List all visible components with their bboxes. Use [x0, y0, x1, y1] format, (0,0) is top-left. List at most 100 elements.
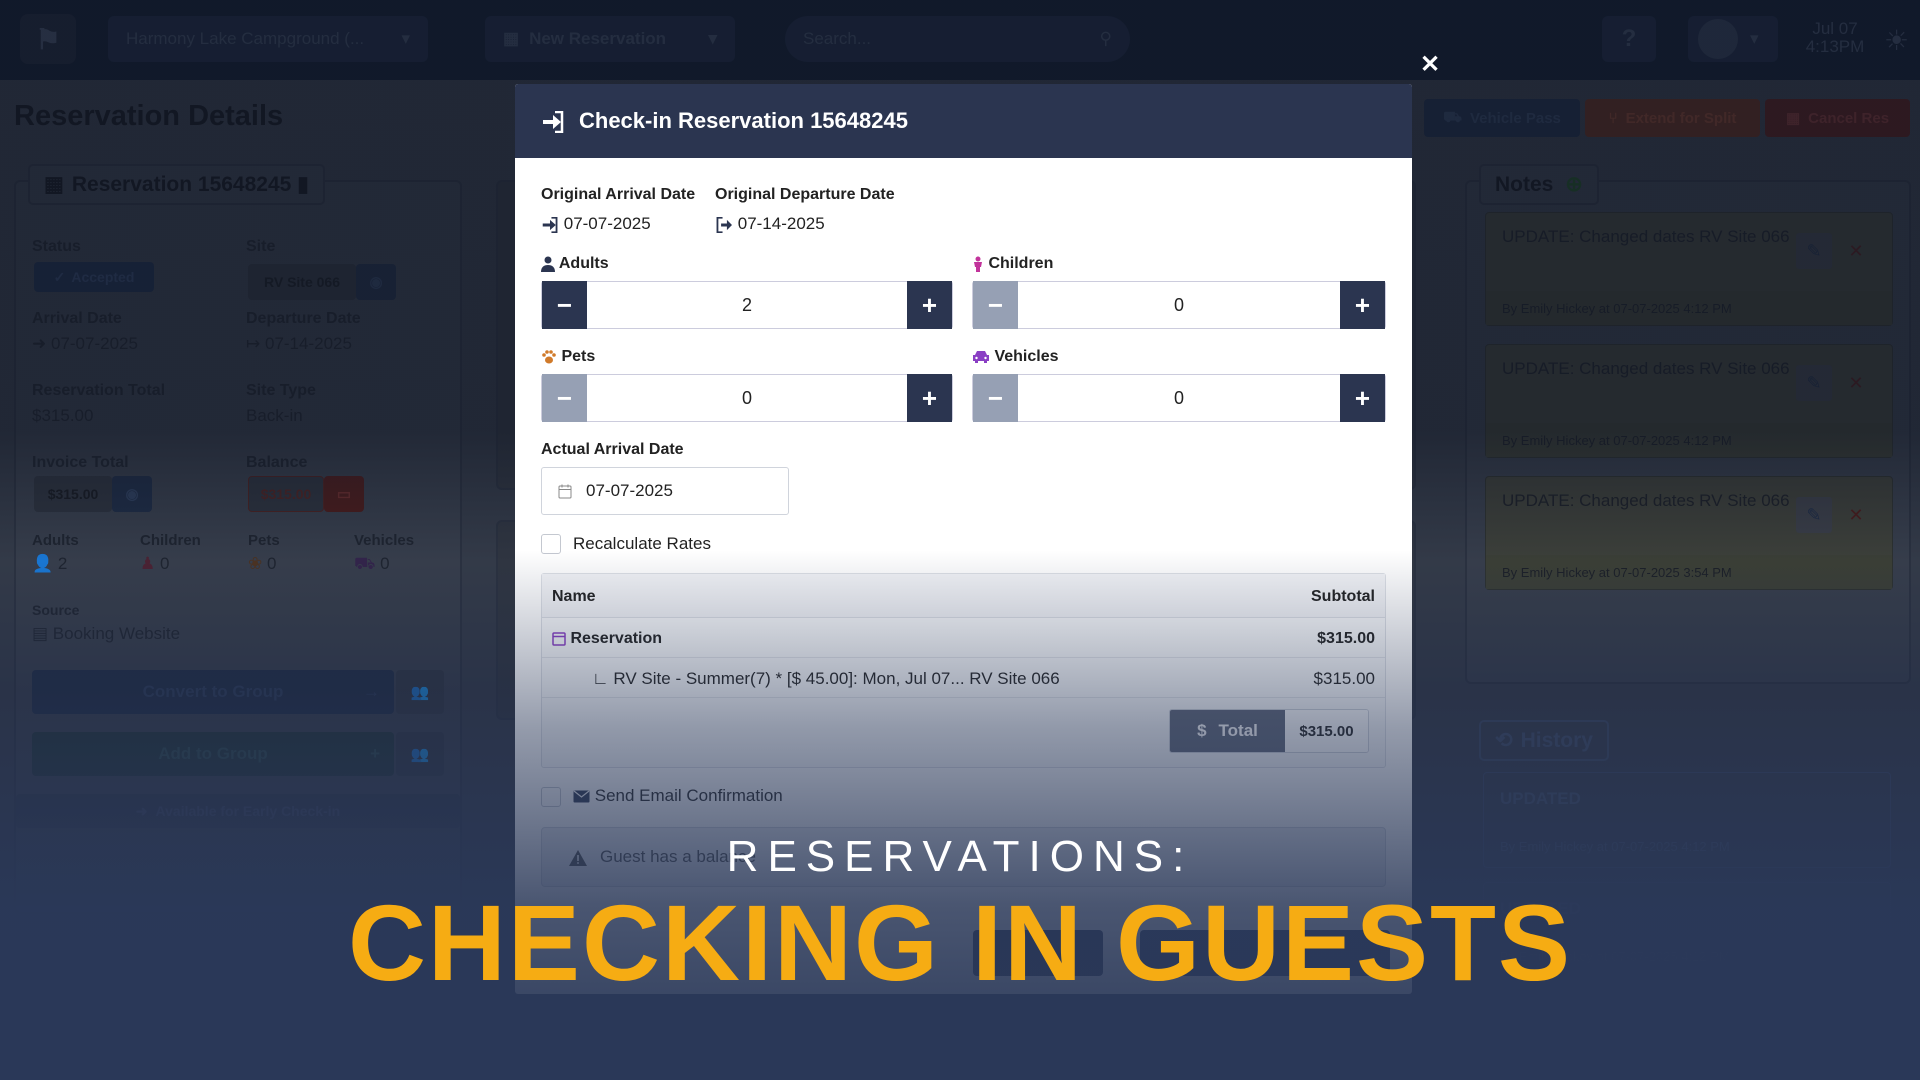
add-group-button[interactable]: Add to Group + [32, 732, 394, 776]
theme-toggle-icon[interactable]: ☀ [1884, 24, 1909, 57]
extend-split-button[interactable]: ⑂ Extend for Split [1585, 99, 1760, 137]
child-icon [972, 255, 988, 272]
car-icon [972, 348, 994, 365]
edit-note-icon[interactable]: ✎ [1796, 365, 1832, 401]
notes-card: Notes ⊕ UPDATE: Changed dates RV Site 06… [1465, 164, 1911, 684]
user-icon [541, 255, 559, 272]
note-item: UPDATE: Changed dates RV Site 066 ✎ ✕ By… [1485, 344, 1893, 458]
group-members-button-2[interactable]: 👥 [396, 732, 444, 776]
pets-increment-button[interactable]: + [907, 374, 952, 422]
clock-date: Jul 07 [1812, 19, 1858, 38]
res-total-label: Reservation Total [32, 382, 166, 399]
modal-title: Check-in Reservation 15648245 [579, 108, 908, 133]
car-icon: ⛟ [1443, 108, 1462, 126]
history-text: UPDATED [1500, 789, 1581, 808]
app-logo[interactable]: ⚑ [20, 14, 76, 64]
sign-in-icon: ➜ [135, 802, 148, 819]
children-label: Children [972, 255, 1053, 273]
calendar-icon [558, 481, 572, 501]
pay-balance-button[interactable]: ▭ [324, 476, 364, 512]
vehicle-pass-button[interactable]: ⛟ Vehicle Pass [1424, 99, 1580, 137]
split-icon: ⑂ [1608, 109, 1618, 127]
pets-input[interactable]: 0 [587, 388, 907, 409]
delete-note-icon[interactable]: ✕ [1838, 365, 1874, 401]
adults-input[interactable]: 2 [587, 295, 907, 316]
invoice-label: Invoice Total [32, 454, 129, 471]
note-item: UPDATE: Changed dates RV Site 066 ✎ ✕ By… [1485, 476, 1893, 590]
edit-note-icon[interactable]: ✎ [1796, 233, 1832, 269]
add-note-icon[interactable]: ⊕ [1565, 173, 1583, 196]
pets-value: ❀ 0 [248, 554, 276, 574]
close-modal-icon[interactable]: ✕ [1420, 50, 1440, 79]
send-email-label: Send Email Confirmation [573, 786, 783, 806]
cancel-res-button[interactable]: ▦ Cancel Res [1765, 99, 1910, 137]
campground-select-label: Harmony Lake Campground (... [126, 29, 365, 48]
adults-decrement-button[interactable]: − [542, 281, 587, 329]
total-label-text: Total [1218, 721, 1258, 740]
arrival-date-text: 07-07-2025 [50, 334, 138, 353]
group-name-text: Reservation [570, 630, 663, 647]
group-members-button[interactable]: 👥 [396, 670, 444, 714]
source-value: ▤ Booking Website [32, 624, 180, 644]
balance-label: Balance [246, 454, 308, 471]
sign-out-icon: ↦ [246, 334, 261, 353]
pets-decrement-button[interactable]: − [542, 374, 587, 422]
status-label: Status [32, 238, 81, 255]
edit-note-icon[interactable]: ✎ [1796, 497, 1832, 533]
paw-icon [541, 348, 561, 365]
car-icon: ⛟ [354, 554, 376, 573]
orig-arrival-value: 07-07-2025 [541, 214, 651, 234]
history-title: ⟲ History [1479, 720, 1609, 761]
departure-value: ↦ 07-14-2025 [246, 334, 352, 354]
history-title-text: History [1520, 729, 1593, 752]
orig-departure-value: 07-14-2025 [715, 214, 825, 234]
balance-badge: $315.00 [248, 476, 324, 512]
vehicles-label: Vehicles [354, 532, 415, 549]
orig-arrival-date: 07-07-2025 [563, 214, 651, 233]
charges-table: Name Subtotal Reservation $315.00 ∟ RV S… [541, 573, 1386, 768]
delete-note-icon[interactable]: ✕ [1838, 497, 1874, 533]
col-subtotal: Subtotal [1311, 588, 1375, 605]
convert-group-button[interactable]: Convert to Group → [32, 670, 394, 714]
plus-icon: + [370, 744, 380, 763]
children-decrement-button[interactable]: − [973, 281, 1018, 329]
children-count: 0 [159, 554, 170, 573]
departure-date-text: 07-14-2025 [264, 334, 352, 353]
arrow-right-icon: → [363, 682, 380, 701]
overlay-subtitle: RESERVATIONS: [726, 832, 1194, 881]
site-type-value: Back-in [246, 406, 303, 425]
reservation-card: ▦ Reservation 15648245 ▮ Status ✓ Accepte… [14, 164, 462, 914]
campground-select[interactable]: Harmony Lake Campground (... ▾ [108, 16, 428, 62]
adults-stepper: − 2 + [541, 281, 953, 329]
arrival-label: Arrival Date [32, 310, 122, 327]
res-total-value: $315.00 [32, 406, 94, 425]
vehicles-decrement-button[interactable]: − [973, 374, 1018, 422]
help-button[interactable]: ? [1602, 16, 1656, 62]
vehicles-increment-button[interactable]: + [1340, 374, 1385, 422]
chevron-down-icon: ▾ [401, 29, 410, 48]
actual-arrival-input[interactable]: 07-07-2025 [541, 467, 789, 515]
vehicles-stepper: − 0 + [972, 374, 1386, 422]
view-invoice-button[interactable]: ◉ [112, 476, 152, 512]
calendar-x-icon: ▦ [1785, 110, 1801, 127]
children-input[interactable]: 0 [1018, 295, 1340, 316]
recalculate-checkbox[interactable] [541, 534, 561, 554]
vehicles-input[interactable]: 0 [1018, 388, 1340, 409]
vehicles-value: ⛟ 0 [354, 554, 390, 576]
user-menu[interactable]: ▾ [1688, 16, 1778, 62]
reservation-card-title: ▦ Reservation 15648245 ▮ [28, 164, 325, 205]
child-icon: ♟ [140, 554, 156, 573]
search-input[interactable]: Search... ⚲ [785, 16, 1130, 62]
children-label: Children [140, 532, 201, 549]
adults-increment-button[interactable]: + [907, 281, 952, 329]
total-value: $315.00 [1285, 710, 1368, 752]
send-email-checkbox[interactable] [541, 787, 561, 807]
table-header: Name Subtotal [542, 574, 1385, 618]
delete-note-icon[interactable]: ✕ [1838, 233, 1874, 269]
children-increment-button[interactable]: + [1340, 281, 1385, 329]
chevron-down-icon: ▾ [708, 29, 717, 48]
new-reservation-button[interactable]: ▦ New Reservation ▾ [485, 16, 735, 62]
early-checkin-button[interactable]: ➜ Available for Early Check-in [16, 794, 460, 828]
notes-title-text: Notes [1495, 173, 1554, 196]
view-site-button[interactable]: ◉ [356, 264, 396, 300]
